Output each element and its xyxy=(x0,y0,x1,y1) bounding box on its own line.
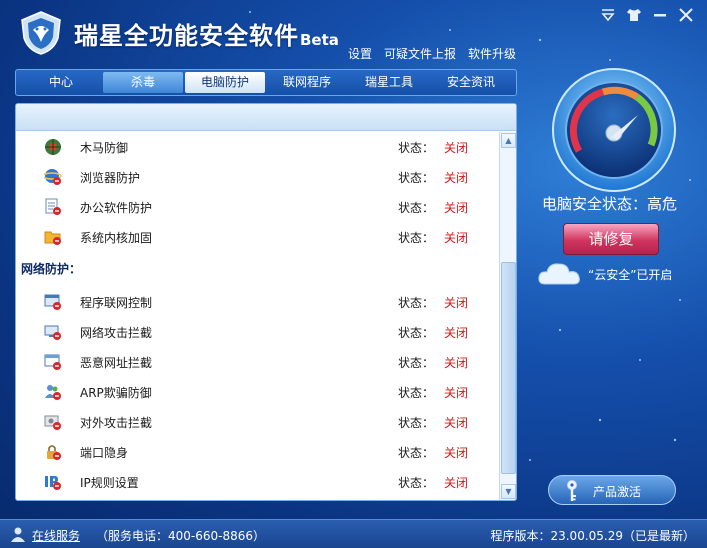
app-title: 瑞星全功能安全软件 xyxy=(74,22,299,50)
list-item[interactable]: 系统内核加固 状态： 关闭 xyxy=(16,222,498,252)
service-hotline: （服务电话：400-660-8866） xyxy=(96,529,266,543)
scroll-thumb[interactable] xyxy=(501,262,516,474)
report-suspicious-link[interactable]: 可疑文件上报 xyxy=(384,45,456,62)
status-label: 状态： xyxy=(398,326,435,340)
status-label: 状态： xyxy=(398,231,435,245)
scroll-up-arrow-icon[interactable]: ▲ xyxy=(501,133,516,148)
tab-bar: 中心 杀毒 电脑防护 联网程序 瑞星工具 安全资讯 xyxy=(15,69,517,96)
list-item[interactable]: 对外攻击拦截 状态： 关闭 xyxy=(16,407,498,437)
kernel-hardening-icon xyxy=(44,231,61,245)
list-item[interactable]: 浏览器防护 状态： 关闭 xyxy=(16,162,498,192)
menu-dropdown-icon[interactable] xyxy=(599,6,617,24)
pc-security-status: 电脑安全状态：高危 xyxy=(542,193,677,214)
item-name: 端口隐身 xyxy=(80,446,129,460)
status-bar: 在线服务 （服务电话：400-660-8866） 程序版本：23.00.05.2… xyxy=(0,519,707,548)
status-value[interactable]: 关闭 xyxy=(444,444,468,461)
repair-button[interactable]: 请修复 xyxy=(563,223,659,255)
close-icon[interactable] xyxy=(677,6,695,24)
security-level: 高危 xyxy=(647,195,678,213)
list-scrollbar[interactable]: ▲ ▼ xyxy=(499,132,516,500)
item-name: 系统内核加固 xyxy=(80,231,153,245)
status-label: 状态： xyxy=(398,141,435,155)
item-name: ARP欺骗防御 xyxy=(80,386,152,400)
attack-intercept-icon xyxy=(44,325,61,340)
list-item[interactable]: 端口隐身 状态： 关闭 xyxy=(16,437,498,467)
status-value[interactable]: 关闭 xyxy=(444,384,468,401)
item-name: 恶意网址拦截 xyxy=(80,356,153,370)
cloud-security-icon xyxy=(538,263,580,285)
list-item[interactable]: 办公软件防护 状态： 关闭 xyxy=(16,192,498,222)
browser-protection-icon xyxy=(44,169,62,185)
office-protection-icon xyxy=(45,198,61,215)
arp-defense-icon xyxy=(45,385,61,400)
key-icon xyxy=(567,480,577,501)
user-service-icon xyxy=(11,527,25,542)
settings-link[interactable]: 设置 xyxy=(348,45,372,62)
item-name: 办公软件防护 xyxy=(80,201,153,215)
outbound-attack-icon xyxy=(44,415,61,430)
upgrade-link[interactable]: 软件升级 xyxy=(468,45,516,62)
status-value[interactable]: 关闭 xyxy=(444,199,468,216)
program-version: 程序版本：23.00.05.29（已是最新） xyxy=(490,529,695,543)
activate-label: 产品激活 xyxy=(593,485,642,499)
trojan-defense-icon xyxy=(45,139,61,155)
list-item[interactable]: 网络攻击拦截 状态： 关闭 xyxy=(16,317,498,347)
status-value[interactable]: 关闭 xyxy=(444,354,468,371)
top-links: 设置 可疑文件上报 软件升级 xyxy=(348,45,516,62)
window-controls xyxy=(599,6,695,24)
status-value[interactable]: 关闭 xyxy=(444,324,468,341)
list-item[interactable]: ARP欺骗防御 状态： 关闭 xyxy=(16,377,498,407)
online-service-link[interactable]: 在线服务 xyxy=(32,527,80,544)
status-label: 状态： xyxy=(398,356,435,370)
network-control-icon xyxy=(44,294,61,310)
status-value[interactable]: 关闭 xyxy=(444,139,468,156)
scroll-down-arrow-icon[interactable]: ▼ xyxy=(501,484,516,499)
status-value[interactable]: 关闭 xyxy=(444,474,468,491)
security-status-prefix: 电脑安全状态： xyxy=(542,195,648,213)
tab-security-news[interactable]: 安全资讯 xyxy=(431,72,511,93)
port-stealth-icon xyxy=(47,445,61,460)
status-value[interactable]: 关闭 xyxy=(444,294,468,311)
item-name: 浏览器防护 xyxy=(80,171,141,185)
list-item[interactable]: 恶意网址拦截 状态： 关闭 xyxy=(16,347,498,377)
cloud-security-status: “云安全”已开启 xyxy=(588,268,673,282)
status-label: 状态： xyxy=(398,446,435,460)
minimize-icon[interactable] xyxy=(651,6,669,24)
status-label: 状态： xyxy=(398,201,435,215)
status-value[interactable]: 关闭 xyxy=(444,229,468,246)
status-label: 状态： xyxy=(398,296,435,310)
protection-panel: 木马防御 状态： 关闭 浏览器防护 状态： 关闭 办公软件防护 状态： 关闭 系… xyxy=(15,103,517,501)
item-name: 网络攻击拦截 xyxy=(80,326,153,340)
skin-shirt-icon[interactable] xyxy=(625,6,643,24)
panel-header xyxy=(16,104,516,131)
malicious-url-icon xyxy=(44,354,61,370)
ip-rules-icon xyxy=(45,476,61,490)
tab-center[interactable]: 中心 xyxy=(21,72,101,93)
section-network-protection: 网络防护： xyxy=(21,262,82,276)
item-name: 程序联网控制 xyxy=(80,296,153,310)
list-item[interactable]: 程序联网控制 状态： 关闭 xyxy=(16,287,498,317)
list-item[interactable]: 木马防御 状态： 关闭 xyxy=(16,132,498,162)
tab-rising-tools[interactable]: 瑞星工具 xyxy=(349,72,429,93)
status-label: 状态： xyxy=(398,171,435,185)
status-value[interactable]: 关闭 xyxy=(444,169,468,186)
rising-logo-icon xyxy=(21,11,61,55)
status-label: 状态： xyxy=(398,416,435,430)
tab-antivirus[interactable]: 杀毒 xyxy=(103,72,183,93)
item-name: IP规则设置 xyxy=(80,476,139,490)
item-name: 木马防御 xyxy=(80,141,129,155)
item-name: 对外攻击拦截 xyxy=(80,416,153,430)
status-label: 状态： xyxy=(398,476,435,490)
security-gauge-icon xyxy=(552,68,676,192)
tab-network-programs[interactable]: 联网程序 xyxy=(267,72,347,93)
list-item[interactable]: IP规则设置 状态： 关闭 xyxy=(16,467,498,497)
main-window: 瑞星全功能安全软件 Beta 设置 可疑文件上报 软件升级 中心 杀毒 电脑防护… xyxy=(0,0,707,548)
status-label: 状态： xyxy=(398,386,435,400)
status-value[interactable]: 关闭 xyxy=(444,414,468,431)
edition-badge: Beta xyxy=(300,31,339,49)
activate-product-button[interactable]: 产品激活 xyxy=(548,475,676,505)
tab-pc-protection[interactable]: 电脑防护 xyxy=(185,72,265,93)
